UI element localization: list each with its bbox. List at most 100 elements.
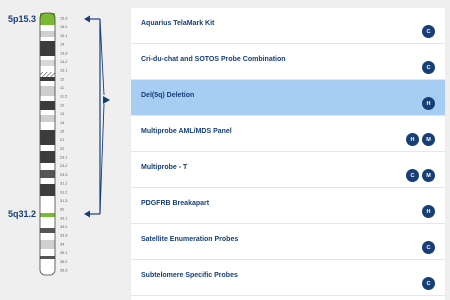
probe-badges: C xyxy=(422,25,435,38)
probe-type-badge[interactable]: C xyxy=(422,61,435,74)
probe-title: Subtelomere Specific Probes xyxy=(141,272,238,279)
probe-title: Cri-du-chat and SOTOS Probe Combination xyxy=(141,56,286,63)
band-tick-label: 22 xyxy=(60,147,64,151)
probe-row[interactable]: Subtelomere Specific Probes C xyxy=(131,260,445,296)
chromosome-band xyxy=(40,13,55,25)
probe-badges: CM xyxy=(406,169,435,182)
band-tick-label: 32 xyxy=(60,208,64,212)
band-tick-label: 14 xyxy=(60,43,64,47)
band-tick-label: 15.1 xyxy=(60,34,67,38)
chromosome-band xyxy=(40,101,55,110)
probe-type-badge[interactable]: H xyxy=(422,205,435,218)
band-tick-label: 11.2 xyxy=(60,95,67,99)
probe-badges: H xyxy=(422,97,435,110)
chromosome-band xyxy=(40,217,55,228)
chromosome-band xyxy=(40,256,55,259)
band-tick-label: 14 xyxy=(60,121,64,125)
band-tick-label: 15.3 xyxy=(60,17,67,21)
band-tick-label: 13.2 xyxy=(60,60,67,64)
band-tick-label: 35.2 xyxy=(60,260,67,264)
probe-title: Multiprobe AML/MDS Panel xyxy=(141,128,232,135)
chromosome-band xyxy=(40,60,55,66)
probe-row[interactable]: Del(5q) Deletion H xyxy=(131,80,445,116)
chromosome-band xyxy=(40,66,55,72)
probe-title: Multiprobe - T xyxy=(141,164,188,171)
chromosome-band xyxy=(40,184,55,196)
chromosome-band xyxy=(40,86,55,96)
probe-type-badge[interactable]: C xyxy=(406,169,419,182)
chromosome-band xyxy=(40,25,55,31)
probe-type-badge[interactable]: M xyxy=(422,133,435,146)
probe-type-badge[interactable]: C xyxy=(422,277,435,290)
probe-row[interactable]: PDGFRB Breakapart H xyxy=(131,188,445,224)
band-tick-label: 12 xyxy=(60,77,64,81)
chromosome-band xyxy=(40,122,55,130)
probe-type-badge[interactable]: H xyxy=(406,133,419,146)
band-tick-label: 12 xyxy=(60,103,64,107)
probe-row[interactable]: Cri-du-chat and SOTOS Probe Combination C xyxy=(131,44,445,80)
chromosome-band xyxy=(40,31,55,37)
band-tick-label: 23.2 xyxy=(60,164,67,168)
band-tick-label: 33.1 xyxy=(60,216,67,220)
band-tick-label: 34 xyxy=(60,242,64,246)
probe-type-badge[interactable]: H xyxy=(422,97,435,110)
chromosome-band xyxy=(40,170,55,178)
probe-type-badge[interactable]: C xyxy=(422,25,435,38)
band-tick-label: 13.3 xyxy=(60,51,67,55)
band-tick-label: 31.1 xyxy=(60,182,67,186)
chromosome-band xyxy=(40,196,55,213)
chromosome-band xyxy=(40,145,55,151)
band-tick-label: 13 xyxy=(60,112,64,116)
region-arrow xyxy=(84,15,110,218)
probe-type-badge[interactable]: C xyxy=(422,241,435,254)
chromosome-band xyxy=(40,41,55,56)
chromosome-band xyxy=(40,72,55,77)
chromosome-ideogram: 15.3 15.2 15.1 14 13.3 13.2 13.1 12 11 11.2 12 13 14… xyxy=(39,12,110,276)
probe-title: Satellite Enumeration Probes xyxy=(141,236,239,243)
band-tick-label: 23.3 xyxy=(60,173,67,177)
chromosome-band xyxy=(40,56,55,60)
probe-list: Aquarius TelaMark Kit C Cri-du-chat and SO… xyxy=(131,8,445,300)
chromosome-band xyxy=(40,213,55,217)
band-tick-label: 15 xyxy=(60,129,64,133)
probe-row[interactable]: Multiprobe AML/MDS Panel H M xyxy=(131,116,445,152)
probe-type-badge[interactable]: M xyxy=(422,169,435,182)
probe-badges: C xyxy=(422,277,435,290)
band-tick-label: 33.3 xyxy=(60,234,67,238)
chromosome-band xyxy=(40,240,55,249)
probe-title: PDGFRB Breakapart xyxy=(141,200,210,207)
chromosome-band xyxy=(40,130,55,145)
probe-row[interactable]: Multiprobe - T CM xyxy=(131,152,445,188)
chromosome-band xyxy=(40,115,55,122)
probe-row[interactable]: Aquarius TelaMark Kit C xyxy=(131,8,445,44)
chromosome-band xyxy=(40,178,55,184)
probe-title: Del(5q) Deletion xyxy=(141,92,195,99)
band-tick-label: 31.3 xyxy=(60,199,67,203)
probe-badges: HM xyxy=(406,133,435,146)
band-tick-label: 35.3 xyxy=(60,269,67,273)
band-tick-label: 33.2 xyxy=(60,225,67,229)
band-tick-label: 31.2 xyxy=(60,190,67,194)
chromosome-band xyxy=(40,77,55,81)
probe-row[interactable]: Satellite Enumeration Probes C xyxy=(131,224,445,260)
probe-badges: C xyxy=(422,61,435,74)
chromosome-band xyxy=(40,163,55,170)
band-tick-label: 11 xyxy=(60,86,64,90)
chromosome-band xyxy=(40,151,55,163)
chromosome-band xyxy=(40,233,55,240)
band-tick-label: 13.1 xyxy=(60,69,67,73)
chromosome-band xyxy=(40,228,55,233)
probe-badges: C xyxy=(422,241,435,254)
chromosome-band xyxy=(40,81,55,86)
band-tick-label: 35.1 xyxy=(60,251,67,255)
band-tick-label: 15.2 xyxy=(60,25,67,29)
chromosome-band xyxy=(40,259,55,275)
probe-title: Aquarius TelaMark Kit xyxy=(141,20,215,27)
chromosome-band xyxy=(40,249,55,256)
chromosome-band xyxy=(40,110,55,115)
probe-badges: H xyxy=(422,205,435,218)
band-tick-label: 21 xyxy=(60,138,64,142)
chromosome-band xyxy=(40,96,55,101)
chromosome-band xyxy=(40,37,55,41)
band-tick-label: 23.1 xyxy=(60,156,67,160)
